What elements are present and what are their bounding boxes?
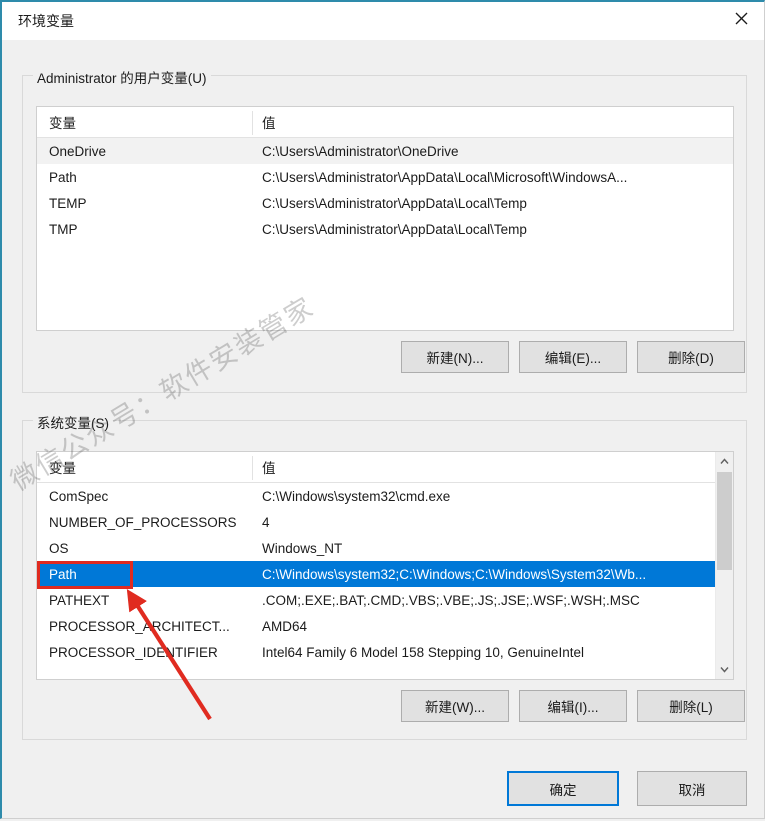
variable-value-cell: C:\Users\Administrator\AppData\Local\Mic…: [262, 169, 628, 185]
variable-value-cell: C:\Windows\system32;C:\Windows;C:\Window…: [262, 566, 647, 582]
variable-value-cell: Windows_NT: [262, 540, 343, 556]
user-delete-button[interactable]: 删除(D): [637, 341, 745, 373]
system-list-header: 变量 值: [37, 452, 733, 483]
title-bar: 环境变量: [2, 2, 764, 40]
table-row[interactable]: Path C:\Windows\system32;C:\Windows;C:\Wi…: [37, 561, 733, 587]
environment-variables-dialog: 环境变量 Administrator 的用户变量(U) 变量 值 OneDriv…: [0, 0, 765, 819]
variable-value-cell: AMD64: [262, 618, 308, 634]
system-variables-legend: 系统变量(S): [33, 412, 113, 432]
table-row[interactable]: PROCESSOR_IDENTIFIER Intel64 Family 6 Mod…: [37, 639, 733, 665]
variable-value-cell: .COM;.EXE;.BAT;.CMD;.VBS;.VBE;.JS;.JSE;.…: [262, 592, 640, 608]
variable-value-cell: C:\Users\Administrator\AppData\Local\Tem…: [262, 195, 527, 211]
user-variables-legend: Administrator 的用户变量(U): [33, 67, 211, 87]
variable-value-cell: C:\Windows\system32\cmd.exe: [262, 488, 451, 504]
scrollbar-thumb[interactable]: [717, 472, 732, 570]
user-list-header: 变量 值: [37, 107, 733, 138]
user-variables-list[interactable]: 变量 值 OneDrive C:\Users\Administrator\OneD…: [36, 106, 734, 331]
system-list-body: ComSpec C:\Windows\system32\cmd.exe NUMBER…: [37, 483, 733, 665]
close-icon[interactable]: [719, 2, 764, 35]
user-column-header-value[interactable]: 值: [262, 112, 276, 132]
variable-name-cell: OS: [49, 540, 69, 556]
system-variables-group: 系统变量(S) 变量 值 ComSpec C:\Windows\system32\…: [22, 412, 747, 740]
variable-value-cell: Intel64 Family 6 Model 158 Stepping 10, …: [262, 644, 584, 660]
user-column-header-variable[interactable]: 变量: [49, 112, 76, 132]
user-edit-button[interactable]: 编辑(E)...: [519, 341, 627, 373]
variable-name-cell: Path: [49, 566, 77, 582]
table-row[interactable]: PATHEXT .COM;.EXE;.BAT;.CMD;.VBS;.VBE;.JS…: [37, 587, 733, 613]
user-new-button[interactable]: 新建(N)...: [401, 341, 509, 373]
table-row[interactable]: TEMP C:\Users\Administrator\AppData\Local…: [37, 190, 733, 216]
variable-name-cell: TMP: [49, 221, 78, 237]
variable-name-cell: TEMP: [49, 195, 87, 211]
variable-value-cell: C:\Users\Administrator\AppData\Local\Tem…: [262, 221, 527, 237]
column-divider: [252, 456, 253, 480]
system-column-header-value[interactable]: 值: [262, 457, 276, 477]
system-new-button[interactable]: 新建(W)...: [401, 690, 509, 722]
table-row[interactable]: Path C:\Users\Administrator\AppData\Local…: [37, 164, 733, 190]
table-row[interactable]: TMP C:\Users\Administrator\AppData\Local\…: [37, 216, 733, 242]
column-divider: [252, 111, 253, 135]
table-row[interactable]: PROCESSOR_ARCHITECT... AMD64: [37, 613, 733, 639]
system-edit-button[interactable]: 编辑(I)...: [519, 690, 627, 722]
page-title: 环境变量: [18, 13, 74, 29]
variable-name-cell: PROCESSOR_ARCHITECT...: [49, 618, 230, 634]
ok-button[interactable]: 确定: [507, 771, 619, 806]
system-delete-button[interactable]: 删除(L): [637, 690, 745, 722]
variable-value-cell: 4: [262, 514, 270, 530]
system-variables-list[interactable]: 变量 值 ComSpec C:\Windows\system32\cmd.exe N…: [36, 451, 734, 680]
variable-name-cell: PATHEXT: [49, 592, 110, 608]
table-row[interactable]: OS Windows_NT: [37, 535, 733, 561]
variable-value-cell: C:\Users\Administrator\OneDrive: [262, 143, 459, 159]
table-row[interactable]: NUMBER_OF_PROCESSORS 4: [37, 509, 733, 535]
variable-name-cell: NUMBER_OF_PROCESSORS: [49, 514, 237, 530]
user-variables-group: Administrator 的用户变量(U) 变量 值 OneDrive C:\U…: [22, 67, 747, 393]
cancel-button[interactable]: 取消: [637, 771, 747, 806]
table-row[interactable]: ComSpec C:\Windows\system32\cmd.exe: [37, 483, 733, 509]
system-column-header-variable[interactable]: 变量: [49, 457, 76, 477]
chevron-up-icon[interactable]: [716, 452, 733, 471]
variable-name-cell: PROCESSOR_IDENTIFIER: [49, 644, 218, 660]
chevron-down-icon[interactable]: [716, 660, 733, 679]
variable-name-cell: ComSpec: [49, 488, 109, 504]
variable-name-cell: OneDrive: [49, 143, 107, 159]
variable-name-cell: Path: [49, 169, 77, 185]
user-list-body: OneDrive C:\Users\Administrator\OneDrive P…: [37, 138, 733, 242]
table-row[interactable]: OneDrive C:\Users\Administrator\OneDrive: [37, 138, 733, 164]
system-list-scrollbar[interactable]: [715, 452, 733, 679]
